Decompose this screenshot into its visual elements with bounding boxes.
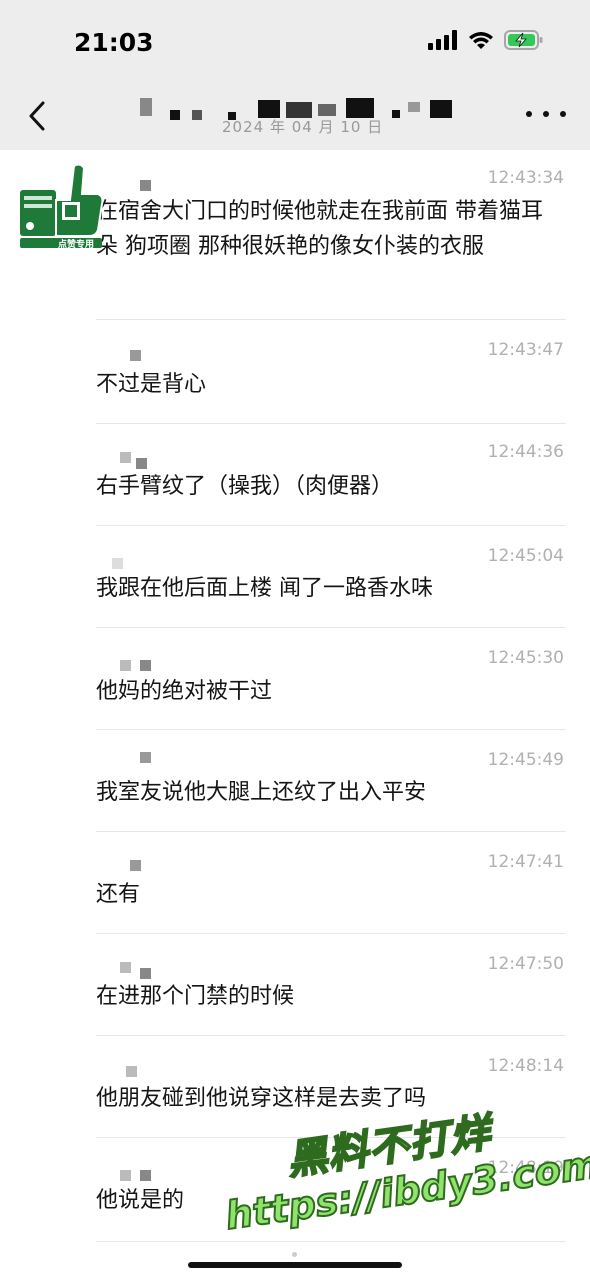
sender-avatar-redacted [96, 180, 156, 194]
list-item: 12:44:36 右手臂纹了（操我）（肉便器） [96, 424, 566, 526]
list-item: 12:45:49 我室友说他大腿上还纹了出入平安 [96, 730, 566, 832]
message-time: 12:48:14 [487, 1056, 564, 1076]
sender-avatar-redacted [96, 558, 156, 572]
wifi-icon [469, 32, 493, 49]
sender-avatar-redacted [96, 752, 156, 766]
message-text: 还有 [96, 882, 141, 907]
message-time: 12:47:41 [487, 852, 564, 872]
sender-avatar-redacted [96, 860, 156, 874]
message-time: 12:43:34 [487, 168, 564, 188]
message-time: 12:45:04 [487, 546, 564, 566]
list-item: 12:43:34 在宿舍大门口的时候他就走在我前面 带着猫耳朵 狗项圈 那种很妖… [96, 150, 566, 320]
list-item: 12:47:50 在进那个门禁的时候 [96, 934, 566, 1036]
message-time: 12:47:50 [487, 954, 564, 974]
home-indicator[interactable] [188, 1262, 402, 1268]
message-text: 在宿舍大门口的时候他就走在我前面 带着猫耳朵 狗项圈 那种很妖艳的像女仆装的衣服 [96, 199, 543, 259]
back-button[interactable] [20, 96, 54, 136]
status-icons [428, 30, 544, 50]
message-time: 12:43:47 [487, 340, 564, 360]
list-item: 12:43:47 不过是背心 [96, 320, 566, 424]
message-text: 我跟在他后面上楼 闻了一路香水味 [96, 576, 433, 601]
signal-icon [428, 30, 457, 50]
message-text: 在进那个门禁的时候 [96, 984, 295, 1009]
chevron-left-icon [29, 101, 45, 131]
message-text: 他说是的 [96, 1188, 185, 1213]
chat-date: 2024 年 04 月 10 日 [222, 118, 384, 136]
sender-avatar-redacted [96, 350, 156, 364]
list-item: 12:45:30 他妈的绝对被干过 [96, 628, 566, 730]
list-item: 12:47:41 还有 [96, 832, 566, 934]
message-text: 不过是背心 [96, 372, 207, 397]
list-item: 12:45:04 我跟在他后面上楼 闻了一路香水味 [96, 526, 566, 628]
message-text: 他朋友碰到他说穿这样是去卖了吗 [96, 1086, 427, 1111]
sender-avatar-redacted [96, 1066, 156, 1080]
nav-bar: 2024 年 04 月 10 日 [0, 88, 590, 150]
message-time: 12:44:36 [487, 442, 564, 462]
more-icon [526, 111, 532, 117]
list-item: 12:48:14 他朋友碰到他说穿这样是去卖了吗 [96, 1036, 566, 1138]
message-text: 我室友说他大腿上还纹了出入平安 [96, 780, 427, 805]
message-time: 12:45:49 [487, 750, 564, 770]
sender-avatar-redacted [96, 1170, 156, 1184]
badge-label: 点赞专用 [58, 240, 95, 250]
message-time: 12:48:19 [487, 1158, 564, 1178]
sender-avatar-redacted [96, 660, 156, 674]
message-list[interactable]: 12:43:34 在宿舍大门口的时候他就走在我前面 带着猫耳朵 狗项圈 那种很妖… [0, 150, 590, 1260]
battery-charging-icon [504, 30, 543, 50]
status-time: 21:03 [74, 28, 154, 57]
sender-avatar-redacted [96, 452, 156, 469]
status-bar: 21:03 [0, 0, 590, 88]
more-button[interactable] [526, 102, 566, 126]
list-item: 12:48:19 他说是的 [96, 1138, 566, 1242]
page-dot [292, 1252, 297, 1257]
message-time: 12:45:30 [487, 648, 564, 668]
message-text: 右手臂纹了（操我）（肉便器） [96, 474, 394, 499]
message-text: 他妈的绝对被干过 [96, 679, 273, 704]
thumbs-up-badge: 点赞专用 [18, 160, 104, 252]
sender-avatar-redacted [96, 962, 156, 979]
